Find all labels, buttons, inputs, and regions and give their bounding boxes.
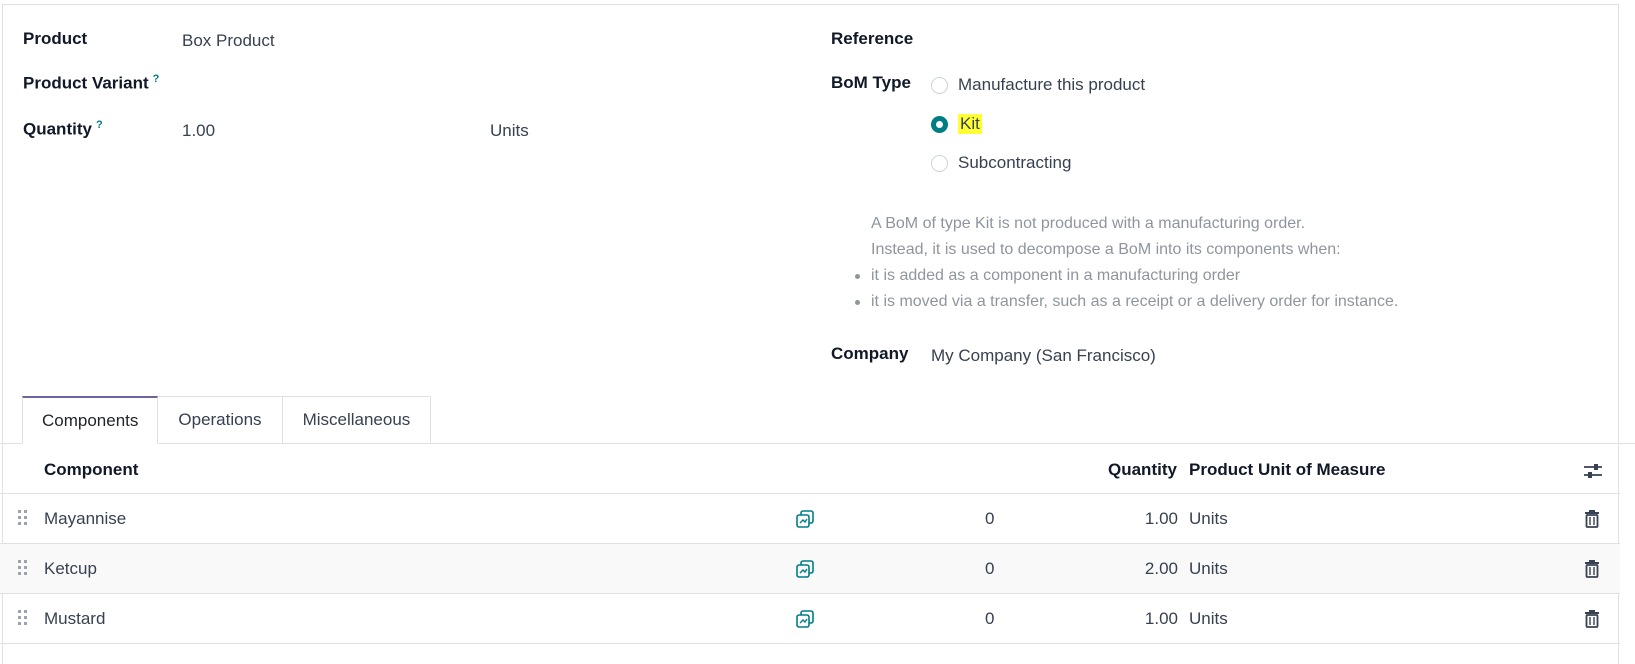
forecast-report-icon[interactable] [795, 558, 817, 580]
product-variant-help-icon[interactable]: ? [153, 73, 160, 85]
uom-value[interactable]: Units [1189, 559, 1228, 579]
bom-type-option-label: Kit [958, 114, 982, 134]
quantity-uom-field[interactable]: Units [490, 121, 529, 141]
component-name[interactable]: Ketcup [44, 559, 97, 579]
bom-type-option-kit[interactable]: Kit [931, 112, 982, 136]
uom-value[interactable]: Units [1189, 609, 1228, 629]
bom-type-help-text: A BoM of type Kit is not produced with a… [854, 211, 1398, 315]
component-name[interactable]: Mustard [44, 609, 105, 629]
column-header-quantity[interactable]: Quantity [1108, 460, 1177, 480]
drag-handle-icon[interactable] [18, 610, 28, 626]
tab-miscellaneous[interactable]: Miscellaneous [282, 396, 432, 444]
forecast-report-icon[interactable] [795, 608, 817, 630]
table-row[interactable]: Mayannise 0 1.00 Units [0, 494, 1620, 544]
bom-type-option-manufacture[interactable]: Manufacture this product [931, 73, 1145, 97]
table-header: Component Quantity Product Unit of Measu… [0, 444, 1620, 494]
product-variant-field[interactable] [182, 75, 742, 97]
help-bullet: it is moved via a transfer, such as a re… [854, 289, 1398, 315]
column-header-component[interactable]: Component [44, 460, 138, 480]
bom-type-option-label: Manufacture this product [958, 75, 1146, 94]
help-line: Instead, it is used to decompose a BoM i… [871, 241, 1341, 258]
column-header-uom[interactable]: Product Unit of Measure [1189, 460, 1385, 480]
reference-field[interactable] [931, 31, 1531, 53]
company-field[interactable]: My Company (San Francisco) [931, 346, 1156, 366]
table-row[interactable]: Ketcup 0 2.00 Units [0, 544, 1620, 594]
product-variant-label: Product Variant? [23, 73, 159, 94]
uom-value[interactable]: Units [1189, 509, 1228, 529]
quantity-label-text: Quantity [23, 119, 92, 139]
component-name[interactable]: Mayannise [44, 509, 126, 529]
quantity-help-icon[interactable]: ? [96, 119, 103, 131]
table-row[interactable]: Mustard 0 1.00 Units [0, 594, 1620, 644]
quantity-label: Quantity? [23, 119, 103, 140]
drag-handle-icon[interactable] [18, 560, 28, 576]
company-label: Company [831, 344, 909, 363]
components-table: Component Quantity Product Unit of Measu… [0, 444, 1620, 644]
availability-value: 0 [985, 609, 995, 628]
quantity-value[interactable]: 2.00 [1100, 559, 1178, 579]
drag-handle-icon[interactable] [18, 510, 28, 526]
sliders-icon[interactable] [1582, 460, 1604, 482]
bom-type-option-subcontracting[interactable]: Subcontracting [931, 151, 1071, 175]
quantity-value[interactable]: 1.00 [1100, 509, 1178, 529]
help-list: it is added as a component in a manufact… [854, 263, 1398, 315]
availability-value: 0 [985, 559, 995, 578]
availability-value: 0 [985, 509, 995, 528]
quantity-value[interactable]: 1.00 [1100, 609, 1178, 629]
notebook-tabs: Components Operations Miscellaneous [22, 396, 432, 444]
radio-kit-checked-icon[interactable] [931, 115, 948, 133]
forecast-report-icon[interactable] [795, 508, 817, 530]
product-variant-label-text: Product Variant [23, 73, 149, 93]
trash-icon[interactable] [1581, 558, 1603, 580]
trash-icon[interactable] [1581, 508, 1603, 530]
product-label: Product [23, 29, 88, 48]
quantity-field[interactable]: 1.00 [182, 121, 215, 141]
help-line: A BoM of type Kit is not produced with a… [871, 215, 1306, 232]
reference-label: Reference [831, 29, 914, 48]
radio-manufacture-icon[interactable] [931, 76, 948, 94]
tab-operations[interactable]: Operations [158, 396, 283, 444]
help-bullet: it is added as a component in a manufact… [854, 263, 1398, 289]
bom-type-option-label: Subcontracting [958, 153, 1072, 172]
trash-icon[interactable] [1581, 608, 1603, 630]
radio-subcontracting-icon[interactable] [931, 154, 948, 172]
product-field[interactable]: Box Product [182, 31, 275, 51]
bom-type-label: BoM Type [831, 73, 911, 92]
tab-components[interactable]: Components [22, 396, 159, 444]
